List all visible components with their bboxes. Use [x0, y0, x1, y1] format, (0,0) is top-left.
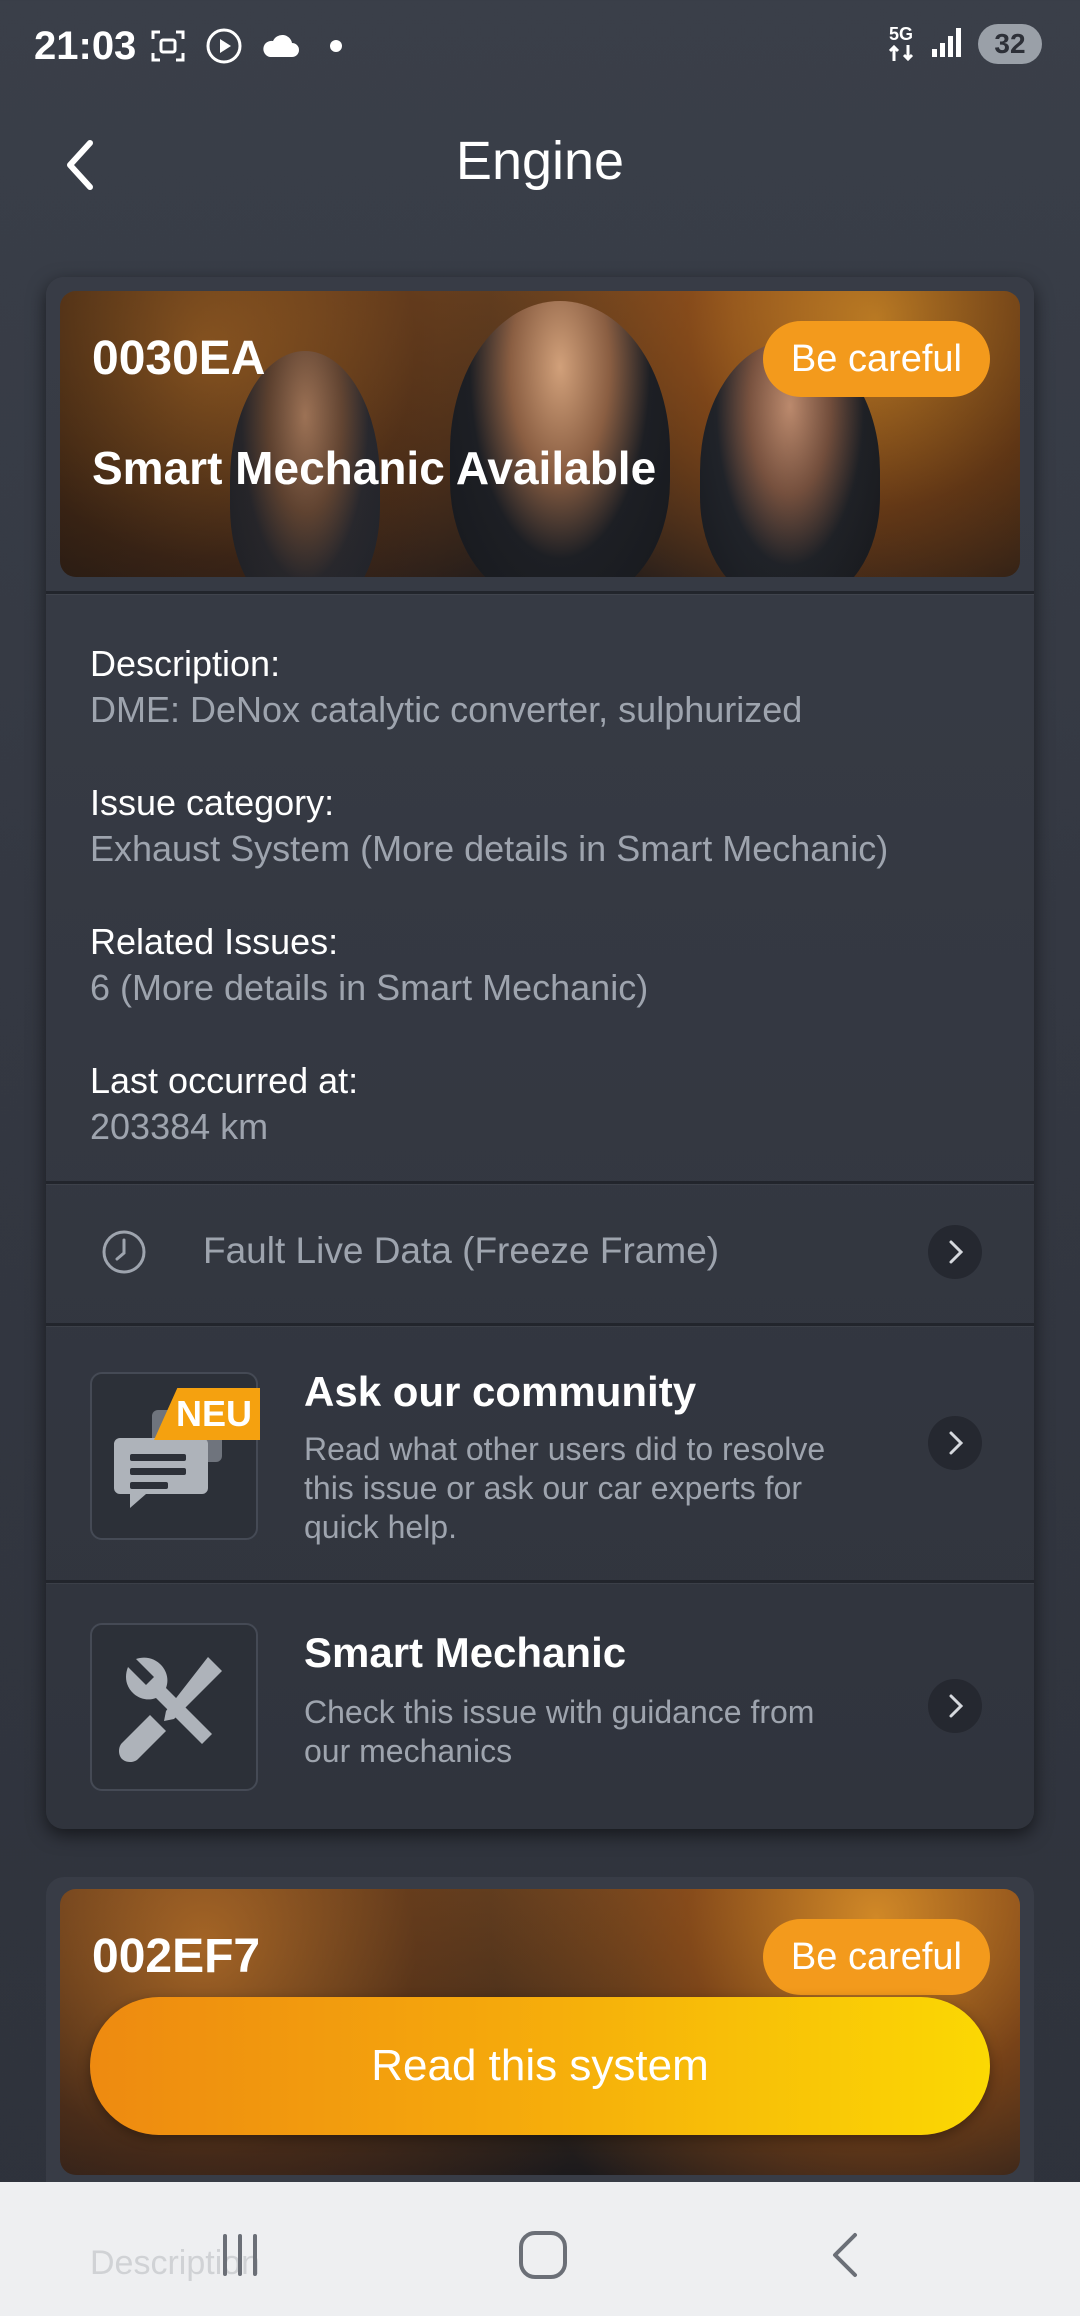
tools-icon: [119, 1657, 222, 1762]
fault-banner[interactable]: 0030EA Smart Mechanic Available Be caref…: [60, 291, 1020, 577]
clock-icon: [100, 1228, 148, 1281]
signal-icon: [930, 25, 964, 64]
description-block: Description: DME: DeNox catalytic conver…: [90, 641, 802, 733]
related-label: Related Issues:: [90, 921, 339, 962]
chevron-right-icon: [928, 1679, 982, 1733]
system-back-button[interactable]: [810, 2220, 880, 2290]
related-block: Related Issues: 6 (More details in Smart…: [90, 919, 648, 1011]
recent-apps-icon: [223, 2234, 257, 2276]
community-desc: Read what other users did to resolve thi…: [304, 1431, 826, 1545]
divider: [46, 591, 1034, 594]
smart-mechanic-row[interactable]: Smart Mechanic Check this issue with gui…: [46, 1583, 1034, 1823]
dot-icon: [316, 26, 356, 66]
play-icon: [204, 26, 244, 66]
status-icons-left: [148, 26, 356, 66]
category-block: Issue category: Exhaust System (More det…: [90, 780, 888, 872]
page-title: Engine: [455, 131, 625, 191]
smart-mechanic-tile: [90, 1623, 258, 1791]
battery-level: 32: [994, 28, 1026, 59]
network-icon: 5G: [886, 25, 916, 63]
fault-subtitle: Smart Mechanic Available: [92, 442, 657, 494]
cloud-icon: [260, 26, 300, 66]
last-occurred-value: 203384 km: [90, 1106, 269, 1147]
status-time: 21:03: [34, 24, 137, 68]
battery-icon: 32: [978, 24, 1042, 64]
fault-code-2: 002EF7: [92, 1930, 261, 1983]
screenshot-icon: [148, 26, 188, 66]
read-system-button[interactable]: Read this system: [90, 1997, 990, 2135]
status-bar: 21:03 5G 32: [0, 0, 1080, 96]
app-header: Engine: [0, 110, 1080, 220]
chevron-right-icon: [928, 1416, 982, 1470]
freeze-frame-row[interactable]: Fault Live Data (Freeze Frame): [46, 1184, 1034, 1320]
status-icons-right: 5G 32: [886, 24, 1042, 64]
community-title: Ask our community: [304, 1368, 697, 1415]
community-row[interactable]: NEU Ask our community Read what other us…: [46, 1326, 1034, 1558]
severity-badge: Be careful: [762, 321, 990, 397]
community-tile: NEU: [90, 1372, 260, 1540]
smart-mechanic-title: Smart Mechanic: [304, 1629, 627, 1676]
description-value: DME: DeNox catalytic converter, sulphuri…: [90, 689, 803, 730]
related-value: 6 (More details in Smart Mechanic): [90, 967, 649, 1008]
category-label: Issue category:: [90, 782, 335, 823]
navigation-bar: Description: [0, 2182, 1080, 2316]
smart-mechanic-desc: Check this issue with guidance from our …: [304, 1694, 815, 1769]
new-badge-text: NEU: [175, 1393, 252, 1434]
fault-card: 0030EA Smart Mechanic Available Be caref…: [46, 277, 1034, 1829]
freeze-frame-label: Fault Live Data (Freeze Frame): [203, 1230, 720, 1271]
home-button[interactable]: [508, 2220, 578, 2290]
fault-code: 0030EA: [92, 332, 266, 385]
last-occurred-label: Last occurred at:: [90, 1060, 359, 1101]
severity-badge-2: Be careful: [762, 1919, 990, 1995]
recent-apps-button[interactable]: [205, 2220, 275, 2290]
chevron-right-icon: [928, 1225, 982, 1279]
last-occurred-block: Last occurred at: 203384 km: [90, 1058, 358, 1150]
back-icon: [833, 2233, 857, 2277]
network-type: 5G: [888, 24, 913, 44]
home-icon: [519, 2231, 567, 2279]
description-label: Description:: [90, 643, 281, 684]
category-value: Exhaust System (More details in Smart Me…: [90, 828, 889, 869]
